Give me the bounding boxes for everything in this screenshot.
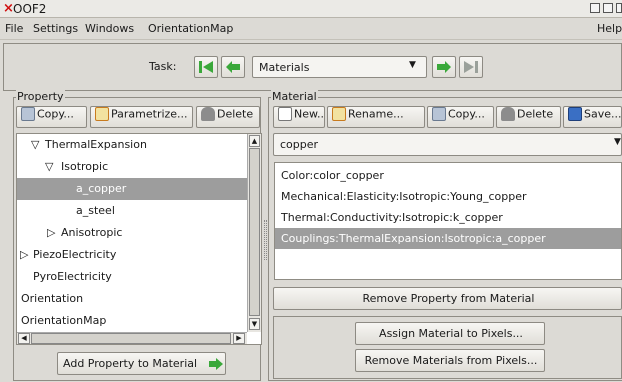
task-bar: Task: Materials ▼ — [3, 43, 622, 91]
new-page-icon — [278, 107, 292, 121]
task-first-button[interactable] — [194, 56, 218, 78]
material-select[interactable]: copper ▼ — [273, 133, 622, 156]
tree-item-pyroelectricity[interactable]: PyroElectricity — [17, 266, 247, 288]
new-material-button[interactable]: New... — [273, 106, 325, 128]
tree-vscrollbar[interactable]: ▲ ▼ — [247, 134, 261, 332]
property-tree: ▽ ThermalExpansion ▽ Isotropic a_copper … — [16, 133, 262, 345]
scroll-up-icon[interactable]: ▲ — [249, 135, 260, 147]
tree-hscroll-thumb[interactable] — [31, 333, 231, 344]
close-button[interactable] — [616, 3, 622, 13]
pencil-icon — [95, 107, 109, 121]
title-bar: × OOF2 — [0, 0, 622, 18]
add-property-button[interactable]: Add Property to Material — [57, 352, 226, 375]
menu-settings[interactable]: Settings — [33, 22, 78, 35]
copy-icon — [21, 107, 35, 121]
assign-material-button[interactable]: Assign Material to Pixels... — [355, 322, 545, 345]
material-property-list: Color:color_copper Mechanical:Elasticity… — [274, 162, 622, 280]
pane-splitter[interactable] — [264, 220, 267, 260]
floppy-disk-icon — [568, 107, 582, 121]
trash-icon — [501, 107, 515, 121]
task-next-button[interactable] — [432, 56, 456, 78]
tree-item-a-steel[interactable]: a_steel — [17, 200, 247, 222]
minimize-button[interactable] — [590, 3, 600, 13]
tree-hscrollbar[interactable]: ◀ ▶ — [17, 332, 247, 344]
prev-arrow-icon — [226, 61, 240, 73]
tree-item-isotropic[interactable]: ▽ Isotropic — [17, 156, 247, 178]
tree-item-orientationmap[interactable]: OrientationMap — [17, 310, 247, 332]
window-title: OOF2 — [13, 2, 47, 16]
expander-closed-icon[interactable]: ▷ — [47, 222, 55, 244]
property-delete-button[interactable]: Delete — [196, 106, 260, 128]
remove-property-button[interactable]: Remove Property from Material — [273, 287, 622, 310]
delete-material-button[interactable]: Delete — [496, 106, 561, 128]
task-prev-button[interactable] — [221, 56, 245, 78]
menu-windows[interactable]: Windows — [85, 22, 134, 35]
expander-closed-icon[interactable]: ▷ — [20, 244, 28, 266]
tree-item-orientation[interactable]: Orientation — [17, 288, 247, 310]
copy-material-button[interactable]: Copy... — [427, 106, 494, 128]
expander-open-icon[interactable]: ▽ — [31, 134, 39, 156]
menu-file[interactable]: File — [5, 22, 23, 35]
menu-help[interactable]: Help — [597, 22, 622, 35]
first-arrow-icon — [199, 61, 213, 73]
task-select[interactable]: Materials ▼ — [252, 56, 427, 78]
material-select-value: copper — [280, 138, 319, 151]
menu-orientationmap[interactable]: OrientationMap — [148, 22, 233, 35]
task-select-value: Materials — [259, 61, 310, 74]
rename-material-button[interactable]: Rename... — [327, 106, 425, 128]
tree-item-piezoelectricity[interactable]: ▷ PiezoElectricity — [17, 244, 247, 266]
pencil-icon — [332, 107, 346, 121]
save-material-button[interactable]: Save... — [563, 106, 622, 128]
scroll-left-icon[interactable]: ◀ — [18, 333, 30, 344]
copy-icon — [432, 107, 446, 121]
last-arrow-icon — [464, 61, 478, 73]
task-last-button[interactable] — [459, 56, 483, 78]
maximize-button[interactable] — [603, 3, 613, 13]
scroll-right-icon[interactable]: ▶ — [233, 333, 245, 344]
material-property-item-selected[interactable]: Couplings:ThermalExpansion:Isotropic:a_c… — [275, 228, 621, 249]
tree-item-thermalexpansion[interactable]: ▽ ThermalExpansion — [17, 134, 247, 156]
material-property-item[interactable]: Thermal:Conductivity:Isotropic:k_copper — [275, 207, 621, 228]
tree-item-anisotropic[interactable]: ▷ Anisotropic — [17, 222, 247, 244]
menu-bar: File Settings Windows OrientationMap Hel… — [0, 18, 622, 40]
parametrize-button[interactable]: Parametrize... — [90, 106, 193, 128]
dropdown-arrow-icon: ▼ — [614, 137, 621, 147]
dropdown-arrow-icon: ▼ — [409, 60, 416, 70]
property-copy-button[interactable]: Copy... — [16, 106, 87, 128]
material-property-item[interactable]: Mechanical:Elasticity:Isotropic:Young_co… — [275, 186, 621, 207]
remove-materials-button[interactable]: Remove Materials from Pixels... — [355, 349, 545, 372]
tree-vscroll-thumb[interactable] — [249, 148, 260, 316]
tree-item-a-copper[interactable]: a_copper — [17, 178, 247, 200]
property-legend: Property — [16, 90, 65, 103]
task-label: Task: — [149, 60, 177, 73]
next-arrow-icon — [437, 61, 451, 73]
material-legend: Material — [271, 90, 318, 103]
scroll-down-icon[interactable]: ▼ — [249, 318, 260, 330]
trash-icon — [201, 107, 215, 121]
material-property-item[interactable]: Color:color_copper — [275, 165, 621, 186]
expander-open-icon[interactable]: ▽ — [45, 156, 53, 178]
add-arrow-icon — [209, 358, 223, 370]
